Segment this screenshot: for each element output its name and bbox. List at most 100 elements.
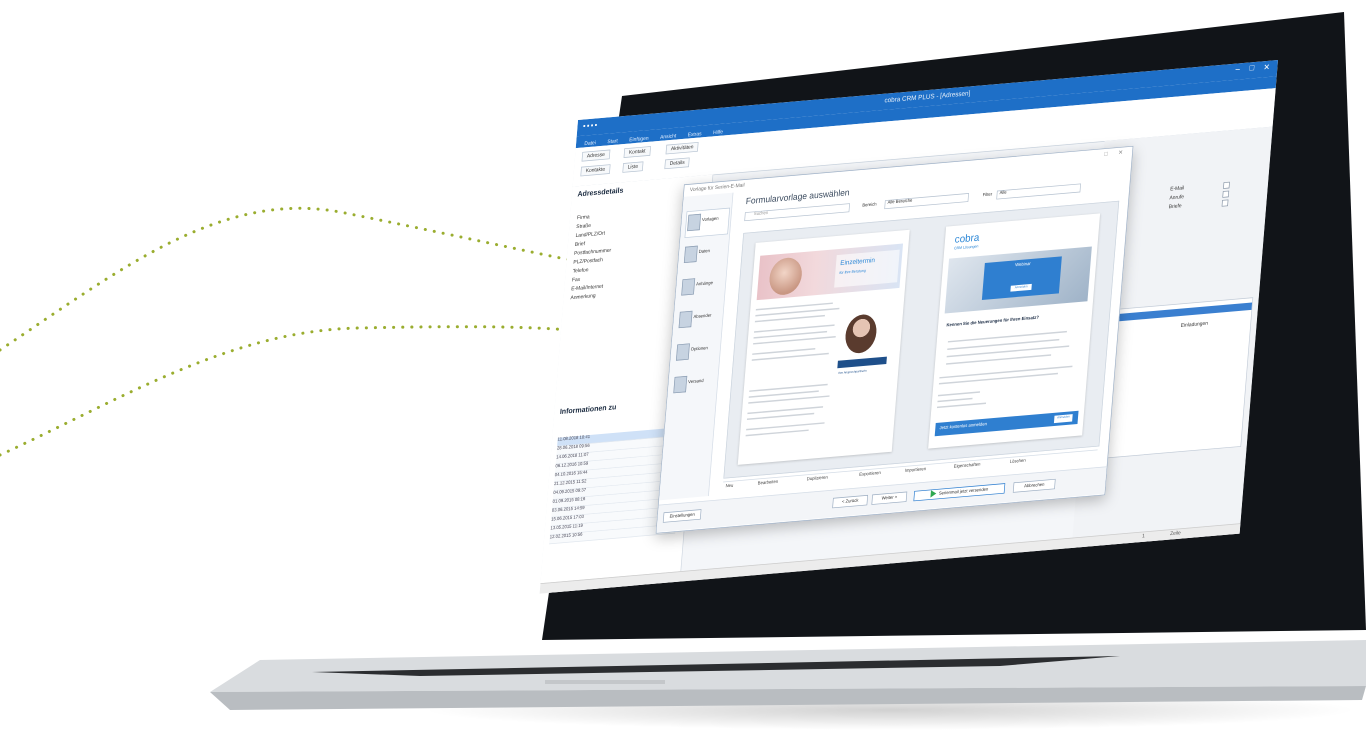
ribbon-button-liste[interactable]: Liste bbox=[622, 161, 644, 173]
dialog-heading: Formularvorlage auswählen bbox=[745, 187, 850, 207]
dialog-title: Vorlage für Serien-E-Mail bbox=[689, 182, 745, 193]
template-card-1[interactable]: Einzeltermin für Ihre Beratung Ihre Ansp… bbox=[737, 229, 910, 465]
contact-photo bbox=[844, 313, 878, 355]
template-icon bbox=[687, 213, 702, 232]
send-icon bbox=[673, 375, 688, 394]
search-input[interactable]: Suchen bbox=[744, 203, 850, 222]
template-logo-subtitle: CRM Lösungen bbox=[953, 244, 979, 251]
contact-box-label: Ihre Ansprechpartnerin bbox=[838, 368, 867, 375]
nav-label: Daten bbox=[698, 249, 711, 255]
option-label-anrufe: Anrufe bbox=[1169, 194, 1185, 201]
option-checkbox-email[interactable] bbox=[1223, 181, 1230, 189]
options-icon bbox=[675, 343, 690, 361]
option-label-email: E-Mail bbox=[1169, 185, 1185, 192]
back-button[interactable]: < Zurück bbox=[832, 494, 869, 509]
sender-icon bbox=[678, 310, 693, 329]
cancel-button[interactable]: Abbrechen bbox=[1012, 478, 1056, 493]
text-line bbox=[745, 429, 809, 437]
dialog-close-icon[interactable]: ✕ bbox=[1118, 149, 1123, 156]
ribbon-button-kontakt[interactable]: Kontakt bbox=[623, 146, 651, 158]
ribbon-button-aktivitaeten[interactable]: Aktivitäten bbox=[665, 141, 699, 155]
contact-box bbox=[837, 356, 887, 369]
filter-label: Filter bbox=[982, 192, 993, 198]
webinar-title: Webinar bbox=[1014, 261, 1031, 268]
hero-image: Einzeltermin für Ihre Beratung bbox=[756, 243, 904, 301]
status-mode: Zeile bbox=[1169, 530, 1181, 537]
toolbar-export[interactable]: Exportieren bbox=[859, 471, 881, 477]
list-item[interactable]: Einladungen bbox=[1180, 321, 1208, 329]
nav-item-daten[interactable]: Daten bbox=[682, 240, 726, 269]
banner-subtitle: für Ihre Beratung bbox=[839, 268, 866, 276]
field-label-firma: Firma bbox=[576, 214, 590, 221]
send-now-label: Serienmail jetzt versenden bbox=[938, 487, 989, 497]
text-line bbox=[937, 397, 973, 403]
nav-label: Anhänge bbox=[695, 281, 714, 287]
send-now-button[interactable]: Serienmail jetzt versenden bbox=[913, 483, 1006, 502]
nav-item-absender[interactable]: Absender bbox=[677, 305, 721, 334]
field-label-ort: Land/PLZ/Ort bbox=[575, 230, 606, 239]
toolbar-properties[interactable]: Eigenschaften bbox=[954, 462, 981, 469]
template-footer: Jetzt kostenlos anmelden Anmelden bbox=[934, 410, 1079, 437]
ribbon-button-adresse[interactable]: Adresse bbox=[581, 149, 611, 162]
filter-select[interactable]: Alle bbox=[996, 183, 1081, 200]
text-line bbox=[746, 412, 815, 421]
field-label-strasse: Straße bbox=[576, 223, 592, 230]
list-item-selected[interactable] bbox=[1097, 302, 1253, 324]
area-select[interactable]: Alle Bereiche bbox=[884, 193, 969, 210]
nav-item-optionen[interactable]: Optionen bbox=[674, 338, 718, 367]
template-headline: Kennen Sie die Neuerungen für Ihren Eins… bbox=[946, 315, 1040, 328]
data-icon bbox=[683, 245, 698, 264]
banner-title: Einzeltermin bbox=[840, 256, 876, 267]
nav-label: Vorlagen bbox=[701, 216, 719, 223]
field-label-fax: Fax bbox=[571, 277, 581, 283]
option-checkbox-anrufe[interactable] bbox=[1222, 190, 1230, 198]
field-label-email: E-Mail/Internet bbox=[571, 283, 604, 292]
footer-text: Jetzt kostenlos anmelden bbox=[939, 422, 988, 431]
laptop-screen: ▪▪▪▪ cobra CRM PLUS - [Adressen] – □ ✕ D… bbox=[539, 60, 1278, 594]
field-label-plz-postfach: PLZ/Postfach bbox=[573, 257, 604, 266]
nav-label: Versand bbox=[687, 378, 704, 385]
field-label-telefon: Telefon bbox=[572, 267, 589, 275]
minimize-icon[interactable]: – bbox=[1235, 65, 1240, 74]
hero-banner: Einzeltermin für Ihre Beratung bbox=[834, 249, 900, 288]
toolbar-edit[interactable]: Bearbeiten bbox=[758, 480, 779, 486]
nav-item-versand[interactable]: Versand bbox=[671, 371, 715, 400]
option-checkbox-briefe[interactable] bbox=[1221, 199, 1229, 207]
info-section-title: Informationen zu bbox=[559, 403, 617, 417]
ribbon-button-kontakte[interactable]: Kontakte bbox=[580, 164, 611, 177]
template-dialog: Vorlage für Serien-E-Mail □ ✕ Vorlagen D… bbox=[655, 145, 1134, 534]
webinar-button: Anmelden bbox=[1010, 283, 1032, 292]
portrait-image bbox=[768, 256, 804, 297]
field-label-postfachnummer: Postfachnummer bbox=[573, 247, 612, 257]
option-label-briefe: Briefe bbox=[1168, 203, 1182, 210]
close-icon[interactable]: ✕ bbox=[1263, 62, 1270, 72]
field-label-brief: Brief bbox=[574, 241, 586, 248]
field-label-anmerkung: Anmerkung bbox=[570, 293, 596, 301]
settings-button[interactable]: Einstellungen bbox=[662, 509, 702, 523]
text-line bbox=[746, 422, 825, 431]
nav-label: Absender bbox=[693, 313, 712, 320]
address-details-title: Adressdetails bbox=[577, 186, 624, 199]
maximize-icon[interactable]: □ bbox=[1249, 63, 1254, 72]
text-line bbox=[754, 314, 825, 323]
next-button[interactable]: Weiter > bbox=[871, 491, 908, 505]
toolbar-import[interactable]: Importieren bbox=[905, 467, 927, 473]
filter-area-label: Bereich bbox=[862, 202, 877, 209]
toolbar-new[interactable]: Neu bbox=[725, 484, 733, 489]
dialog-maximize-icon[interactable]: □ bbox=[1104, 150, 1108, 157]
template-preview-area: Einzeltermin für Ihre Beratung Ihre Ansp… bbox=[723, 200, 1120, 479]
toolbar-duplicate[interactable]: Duplizieren bbox=[807, 476, 828, 482]
status-page: 1 bbox=[1141, 533, 1145, 540]
webinar-box: Webinar Anmelden bbox=[981, 256, 1062, 300]
nav-item-anhaenge[interactable]: Anhänge bbox=[679, 273, 723, 302]
text-line bbox=[936, 402, 987, 409]
text-line bbox=[937, 391, 981, 397]
template-card-2[interactable]: cobra CRM Lösungen Webinar Anmelden Kenn… bbox=[928, 213, 1101, 449]
play-icon bbox=[930, 490, 937, 498]
toolbar-delete[interactable]: Löschen bbox=[1010, 459, 1026, 465]
footer-button: Anmelden bbox=[1053, 414, 1073, 424]
nav-item-vorlagen[interactable]: Vorlagen bbox=[684, 207, 731, 238]
nav-label: Optionen bbox=[690, 346, 708, 353]
template-logo: cobra bbox=[954, 231, 980, 245]
ribbon-button-details[interactable]: Details bbox=[664, 157, 690, 170]
